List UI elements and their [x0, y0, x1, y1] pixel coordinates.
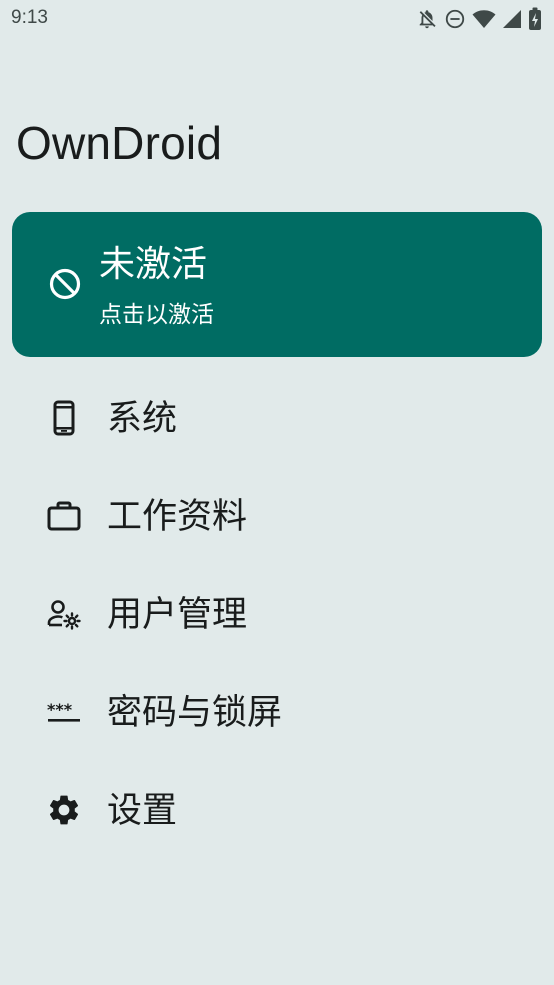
- menu-item-settings[interactable]: 设置: [0, 762, 554, 860]
- svg-text:***: ***: [47, 700, 73, 719]
- cellular-signal-icon: [502, 9, 522, 29]
- main-menu: 系统 工作资料 用户管理 *** 密码与锁屏 设置: [0, 370, 554, 860]
- password-icon: ***: [46, 694, 82, 730]
- wifi-icon: [472, 8, 496, 30]
- block-icon: [48, 267, 82, 301]
- do-not-disturb-icon: [444, 8, 466, 30]
- work-briefcase-icon: [46, 498, 82, 534]
- activation-status-subtitle: 点击以激活: [99, 302, 214, 328]
- app-title: OwnDroid: [16, 117, 223, 169]
- menu-item-work-profile[interactable]: 工作资料: [0, 468, 554, 566]
- menu-item-label: 系统: [107, 399, 178, 439]
- manage-accounts-icon: [46, 596, 82, 632]
- status-bar: 9:13: [0, 0, 554, 38]
- notifications-off-icon: [416, 8, 438, 30]
- activate-card[interactable]: 未激活 点击以激活: [12, 212, 542, 357]
- menu-item-label: 工作资料: [107, 497, 248, 537]
- menu-item-password-lockscreen[interactable]: *** 密码与锁屏: [0, 664, 554, 762]
- settings-gear-icon: [46, 792, 82, 828]
- menu-item-label: 密码与锁屏: [107, 693, 283, 733]
- menu-item-label: 设置: [107, 791, 178, 831]
- status-icons: [416, 7, 542, 31]
- smartphone-icon: [46, 400, 82, 436]
- menu-item-system[interactable]: 系统: [0, 370, 554, 468]
- battery-charging-icon: [528, 7, 542, 31]
- status-time: 9:13: [11, 7, 48, 28]
- activation-status-title: 未激活: [99, 244, 208, 285]
- menu-item-label: 用户管理: [107, 595, 248, 635]
- menu-item-user-management[interactable]: 用户管理: [0, 566, 554, 664]
